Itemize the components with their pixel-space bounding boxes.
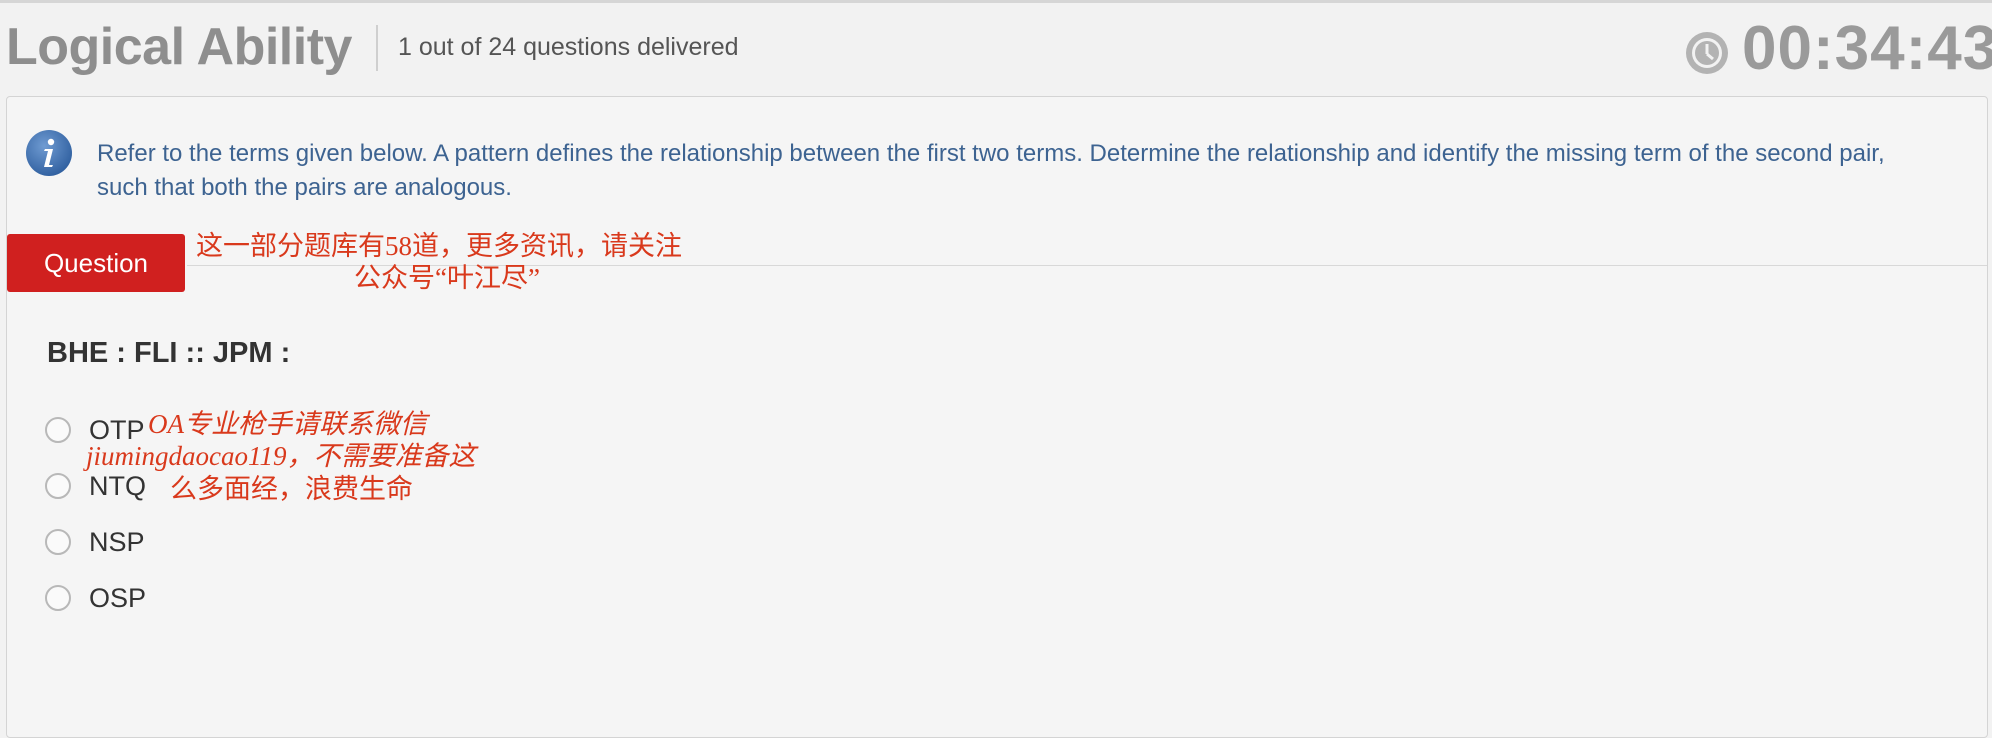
radio-button[interactable] bbox=[45, 417, 71, 443]
watermark-text: OA专业枪手请联系微信 bbox=[148, 409, 427, 439]
option-label: OSP bbox=[89, 582, 147, 613]
watermark-text: 这一部分题库有58道，更多资讯，请关注 bbox=[196, 231, 682, 261]
header-divider bbox=[376, 25, 378, 71]
watermark-text: 么多面经，浪费生命 bbox=[170, 474, 413, 504]
info-icon bbox=[26, 130, 72, 176]
answer-option[interactable]: NTQ bbox=[45, 466, 146, 506]
answer-option[interactable]: OSP bbox=[45, 578, 146, 618]
section-title: Logical Ability bbox=[6, 18, 352, 76]
radio-button[interactable] bbox=[45, 529, 71, 555]
radio-button[interactable] bbox=[45, 473, 71, 499]
option-label: NSP bbox=[89, 526, 145, 557]
countdown-timer: 00:34:43 bbox=[1742, 14, 1992, 83]
question-stem: BHE : FLI :: JPM : bbox=[47, 337, 291, 369]
question-tab: Question bbox=[7, 234, 185, 292]
instruction-text: Refer to the terms given below. A patter… bbox=[97, 140, 1885, 201]
answer-option[interactable]: NSP bbox=[45, 522, 145, 562]
watermark-text: 公众号“叶江尽” bbox=[354, 263, 540, 293]
option-label: NTQ bbox=[89, 470, 146, 501]
question-progress: 1 out of 24 questions delivered bbox=[398, 33, 739, 61]
watermark-text: jiumingdaocao119，不需要准备这 bbox=[86, 441, 476, 471]
radio-button[interactable] bbox=[45, 585, 71, 611]
clock-icon bbox=[1686, 32, 1728, 74]
header: Logical Ability 1 out of 24 questions de… bbox=[0, 3, 1992, 93]
